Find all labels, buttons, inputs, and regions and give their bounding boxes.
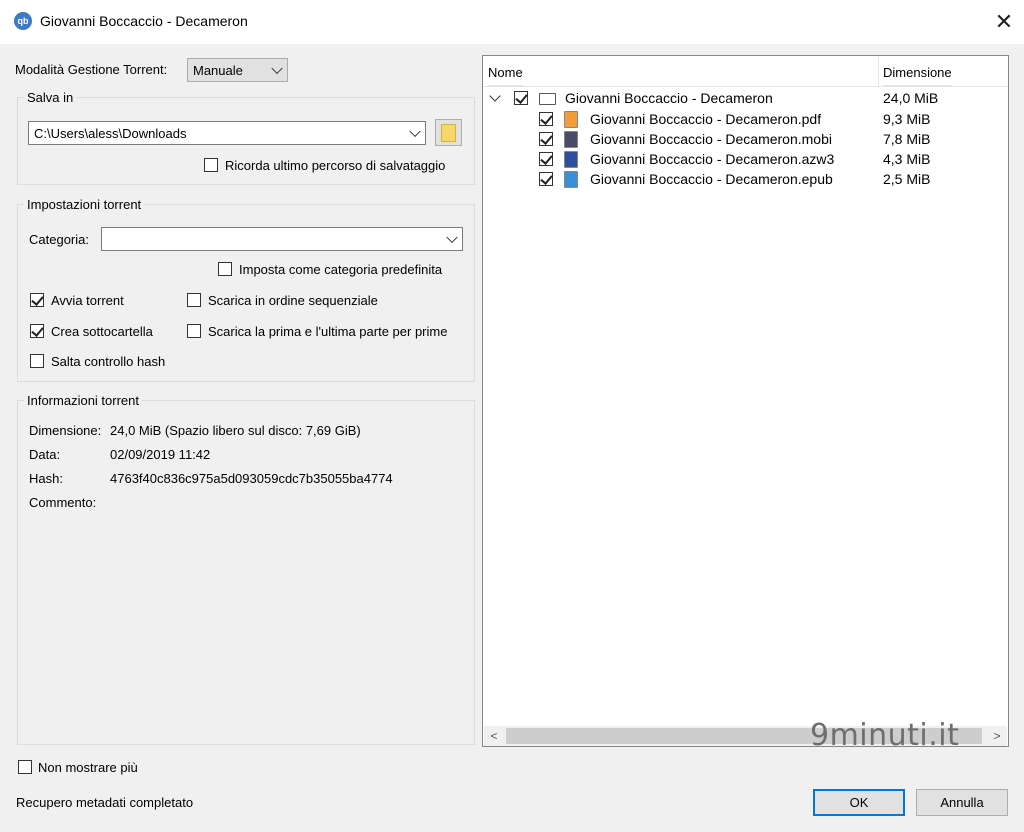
- save-path-combobox[interactable]: C:\Users\aless\Downloads: [28, 121, 426, 145]
- file-size: 9,3 MiB: [883, 111, 931, 127]
- cancel-button[interactable]: Annulla: [916, 789, 1008, 816]
- save-path-value: C:\Users\aless\Downloads: [34, 126, 187, 141]
- folder-icon: [441, 124, 456, 142]
- info-date-value: 02/09/2019 11:42: [110, 447, 211, 462]
- column-header-name[interactable]: Nome: [488, 56, 523, 86]
- info-date-label: Data:: [29, 447, 61, 462]
- header-divider: [483, 86, 1008, 87]
- expand-chevron-icon[interactable]: [489, 90, 501, 102]
- scroll-right-arrow-icon[interactable]: >: [987, 726, 1007, 746]
- file-size: 2,5 MiB: [883, 171, 931, 187]
- file-checkbox[interactable]: [539, 132, 553, 146]
- remember-path-checkbox[interactable]: [204, 158, 218, 172]
- status-text: Recupero metadati completato: [16, 795, 194, 810]
- sequential-download-checkbox[interactable]: [187, 293, 201, 307]
- close-window-button[interactable]: ✕: [990, 8, 1018, 36]
- file-name: Giovanni Boccaccio - Decameron.azw3: [590, 151, 835, 167]
- info-size-value: 24,0 MiB (Spazio libero sul disco: 7,69 …: [110, 423, 361, 438]
- file-name: Giovanni Boccaccio - Decameron.pdf: [590, 111, 822, 127]
- dont-show-again-label: Non mostrare più: [38, 760, 138, 775]
- save-in-title: Salva in: [24, 90, 77, 105]
- title-bar: qb Giovanni Boccaccio - Decameron ✕: [0, 0, 1024, 44]
- mode-select[interactable]: Manuale: [187, 58, 288, 82]
- file-checkbox[interactable]: [539, 172, 553, 186]
- create-subfolder-checkbox[interactable]: [30, 324, 44, 338]
- column-header-size[interactable]: Dimensione: [883, 56, 952, 86]
- file-tree[interactable]: Nome Dimensione Giovanni Boccaccio - Dec…: [482, 55, 1009, 747]
- root-folder-checkbox[interactable]: [514, 91, 528, 105]
- file-name: Giovanni Boccaccio - Decameron.epub: [590, 171, 833, 187]
- qbittorrent-app-icon: qb: [14, 12, 32, 30]
- file-checkbox[interactable]: [539, 112, 553, 126]
- file-size: 7,8 MiB: [883, 131, 931, 147]
- torrent-info-title: Informazioni torrent: [24, 393, 142, 408]
- column-divider[interactable]: [878, 56, 879, 86]
- chevron-down-icon: [409, 125, 421, 138]
- root-folder-size: 24,0 MiB: [883, 90, 939, 106]
- create-subfolder-label: Crea sottocartella: [51, 324, 153, 339]
- torrent-info-group: [17, 400, 475, 745]
- category-label: Categoria:: [29, 232, 89, 247]
- window-title: Giovanni Boccaccio - Decameron: [40, 13, 248, 29]
- info-hash-value: 4763f40c836c975a5d093059cdc7b35055ba4774: [110, 471, 393, 486]
- pdf-file-icon: [564, 111, 578, 128]
- dont-show-again-checkbox[interactable]: [18, 760, 32, 774]
- info-comment-label: Commento:: [29, 495, 97, 510]
- first-last-piece-label: Scarica la prima e l'ultima parte per pr…: [208, 324, 448, 339]
- remember-path-label: Ricorda ultimo percorso di salvataggio: [225, 158, 446, 173]
- file-checkbox[interactable]: [539, 152, 553, 166]
- torrent-settings-title: Impostazioni torrent: [24, 197, 145, 212]
- first-last-piece-checkbox[interactable]: [187, 324, 201, 338]
- mode-select-value: Manuale: [193, 63, 243, 78]
- mobi-file-icon: [564, 131, 578, 148]
- default-category-checkbox[interactable]: [218, 262, 232, 276]
- browse-folder-button[interactable]: [435, 119, 462, 146]
- skip-hash-check-checkbox[interactable]: [30, 354, 44, 368]
- info-hash-label: Hash:: [29, 471, 63, 486]
- file-name: Giovanni Boccaccio - Decameron.mobi: [590, 131, 832, 147]
- mode-label: Modalità Gestione Torrent:: [15, 62, 168, 77]
- category-combobox[interactable]: [101, 227, 463, 251]
- file-size: 4,3 MiB: [883, 151, 931, 167]
- info-size-label: Dimensione:: [29, 423, 102, 438]
- watermark: 9minuti.it: [810, 718, 960, 753]
- start-torrent-checkbox[interactable]: [30, 293, 44, 307]
- sequential-download-label: Scarica in ordine sequenziale: [208, 293, 378, 308]
- epub-file-icon: [564, 171, 578, 188]
- start-torrent-label: Avvia torrent: [51, 293, 124, 308]
- default-category-label: Imposta come categoria predefinita: [239, 262, 443, 277]
- root-folder-name: Giovanni Boccaccio - Decameron: [565, 90, 773, 106]
- scroll-left-arrow-icon[interactable]: <: [484, 726, 504, 746]
- ok-button[interactable]: OK: [813, 789, 905, 816]
- skip-hash-check-label: Salta controllo hash: [51, 354, 166, 369]
- chevron-down-icon: [271, 62, 283, 75]
- chevron-down-icon: [446, 231, 458, 244]
- azw3-file-icon: [564, 151, 578, 168]
- folder-open-icon: [539, 93, 556, 105]
